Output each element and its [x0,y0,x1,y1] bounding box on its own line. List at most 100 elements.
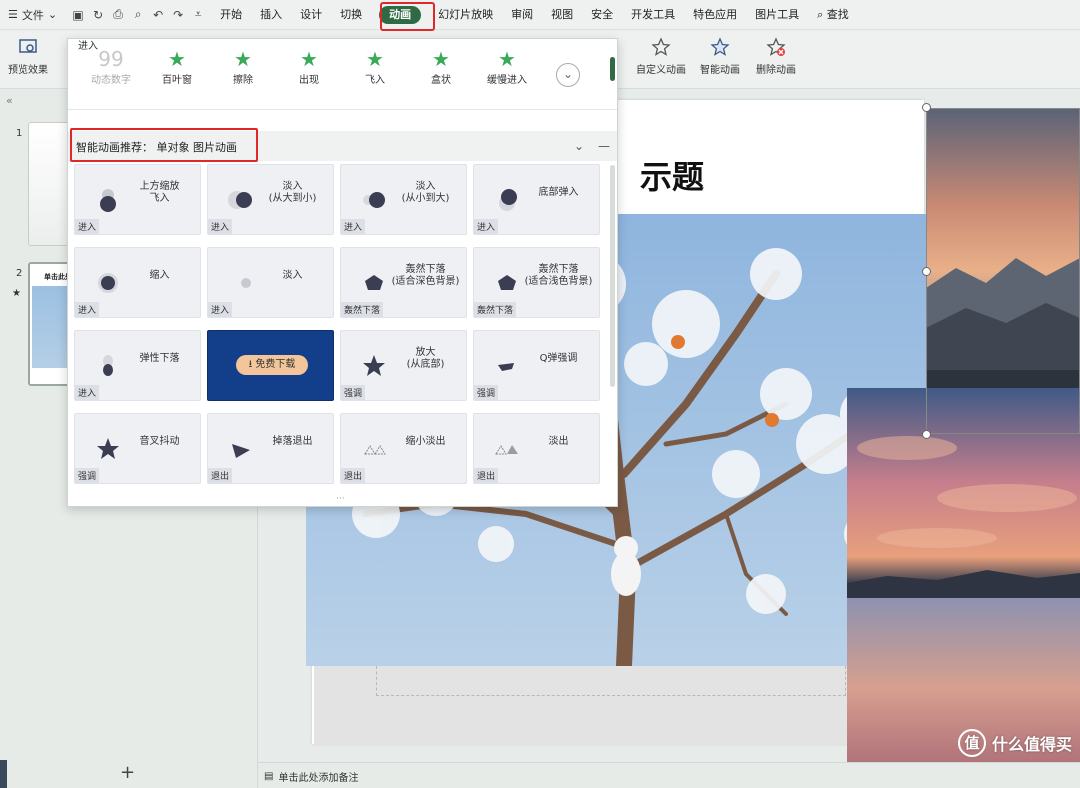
smart-card[interactable]: 淡入 (从小到大) 进入 [340,164,467,235]
smart-card[interactable]: 淡入 进入 [207,247,334,318]
tab-insert[interactable]: 插入 [251,0,291,30]
smart-card[interactable]: 上方缩放 飞入 进入 [74,164,201,235]
slide-placeholder-area [314,666,848,746]
smart-card[interactable]: 淡入 (从大到小) 进入 [207,164,334,235]
side-tab[interactable] [0,760,7,788]
card-tag: 进入 [75,219,100,234]
smart-card[interactable]: 缩入 进入 [74,247,201,318]
card-tag: 退出 [341,468,366,483]
print-icon[interactable]: ⎙ [111,7,125,22]
tab-design[interactable]: 设计 [291,0,331,30]
gallery-item-appear[interactable]: ★ 出现 [274,47,344,86]
star-icon: ★ [366,47,384,71]
preview-icon [19,39,37,53]
tab-start[interactable]: 开始 [211,0,251,30]
gallery-item-fly-in[interactable]: ★ 飞入 [340,47,410,86]
redo-icon[interactable]: ↷ [171,8,185,22]
smart-card[interactable]: Q弹强调 强调 [473,330,600,401]
delete-animation-label: 删除动画 [756,65,796,76]
fade-large-icon [228,191,252,209]
card-label: 淡入 (从小到大) [401,180,450,204]
minimize-icon[interactable]: — [598,139,610,153]
status-bar: ▤ 单击此处添加备注 [258,762,1080,788]
panel-resize-handle[interactable]: ··· [336,494,345,504]
resize-handle[interactable] [922,267,931,276]
smart-card[interactable]: 底部弹入 进入 [473,164,600,235]
gallery-item-dynamic-number[interactable]: 99 动态数字 [76,47,146,86]
free-download-button[interactable]: ⭳ 免费下载 [236,355,308,375]
undo-history-icon[interactable]: ↻ [91,8,105,22]
animation-dropdown-panel: 进入 99 动态数字 ★ 百叶窗 ★ 擦除 ★ 出现 ★ 飞入 ★ 盒状 ★ 缓慢进入 ⌄ 智… [67,38,618,507]
collapse-chevron-icon[interactable]: ⌄ [574,139,584,153]
star-outline-icon [651,37,671,56]
scrollbar-thumb[interactable] [610,57,615,81]
note-label: 单击此处添加备注 [278,773,359,784]
preview-button[interactable]: 预览效果 [8,37,48,76]
sunset-photo[interactable]: 值 什么值得买 [847,388,1080,763]
smart-card[interactable]: 弹性下落 进入 [74,330,201,401]
bird [765,413,779,427]
gallery-item-wipe[interactable]: ★ 擦除 [208,47,278,86]
card-tag: 轰然下落 [341,302,384,317]
scrollbar-track[interactable] [610,165,615,387]
text-placeholder[interactable] [376,666,846,696]
watermark-logo-icon: 值 [957,729,986,757]
gallery-item-label: 动态数字 [91,75,131,86]
add-slide-button[interactable]: + [120,762,135,783]
preview-label: 预览效果 [8,65,48,76]
tab-security[interactable]: 安全 [582,0,622,30]
gallery-item-blinds[interactable]: ★ 百叶窗 [142,47,212,86]
save-icon[interactable]: ▣ [71,8,85,22]
smart-animation-button[interactable]: 智能动画 [700,37,740,76]
add-note-button[interactable]: ▤ 单击此处添加备注 [264,769,358,784]
thumbnail-number: 2 [16,268,23,279]
tab-review[interactable]: 审阅 [502,0,542,30]
bottom-bounce-icon [499,189,517,211]
tab-transition[interactable]: 切换 [331,0,371,30]
card-tag: 进入 [474,219,499,234]
file-menu[interactable]: ☰ 文件 ⌄ [0,0,65,30]
card-tag: 进入 [75,385,100,400]
expand-gallery-button[interactable]: ⌄ [556,63,580,87]
smart-card[interactable]: 淡出 退出 [473,413,600,484]
card-tag: 进入 [75,302,100,317]
search-icon: ⌕ [817,7,824,21]
undo-icon[interactable]: ↶ [151,8,165,22]
card-tag: 进入 [208,219,233,234]
tab-view[interactable]: 视图 [542,0,582,30]
star-icon: ★ [234,47,252,71]
shrink-fade-icon [364,445,386,455]
smart-card-download[interactable]: ⭳ 免费下载 [207,330,334,401]
smart-card[interactable]: 轰然下落 (适合深色背景) 轰然下落 [340,247,467,318]
shrink-in-icon [98,273,118,293]
gallery-item-slow-enter[interactable]: ★ 缓慢进入 [472,47,542,86]
card-label: 放大 (从底部) [406,346,445,370]
search-button[interactable]: ⌕ 查找 [808,0,858,30]
tab-developer[interactable]: 开发工具 [622,0,684,30]
delete-animation-button[interactable]: 删除动画 [756,37,796,76]
custom-animation-button[interactable]: 自定义动画 [636,37,686,76]
tab-features[interactable]: 特色应用 [684,0,746,30]
smart-card[interactable]: 音叉抖动 强调 [74,413,201,484]
print-preview-icon[interactable]: ⌕ [131,7,145,22]
resize-handle[interactable] [922,430,931,439]
smart-card[interactable]: 掉落退出 退出 [207,413,334,484]
collapse-panel-icon[interactable]: « [6,94,13,107]
sunset-photo-art [847,388,1080,763]
slide-title-text[interactable]: 示题 [640,152,704,198]
tab-picture-tools[interactable]: 图片工具 [746,0,808,30]
tab-slideshow[interactable]: 幻灯片放映 [429,0,502,30]
gallery-item-box[interactable]: ★ 盒状 [406,47,476,86]
pentagon-drop-icon [498,275,516,290]
customize-icon[interactable]: ⩡ [191,7,205,22]
card-tag: 强调 [75,468,100,483]
card-label: 轰然下落 (适合浅色背景) [524,263,593,287]
card-tag: 进入 [208,302,233,317]
smart-card[interactable]: 放大 (从底部) 强调 [340,330,467,401]
resize-handle[interactable] [922,103,931,112]
smart-card[interactable]: 缩小淡出 退出 [340,413,467,484]
smart-card[interactable]: 轰然下落 (适合浅色背景) 轰然下落 [473,247,600,318]
fade-in-icon [241,278,251,288]
card-label: 掉落退出 [272,435,313,447]
card-label: 弹性下落 [139,352,180,364]
